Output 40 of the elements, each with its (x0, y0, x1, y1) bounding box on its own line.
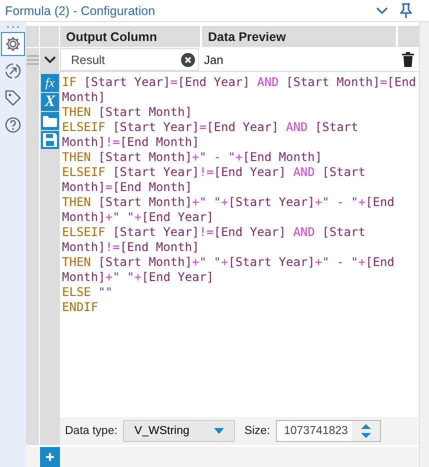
header-gutter (398, 26, 419, 47)
window-title: Formula (2) - Configuration (5, 4, 156, 18)
drag-handle-icon[interactable] (26, 54, 38, 64)
code-line: Month] (62, 90, 106, 105)
chevron-down-icon[interactable] (44, 56, 56, 64)
output-column-field[interactable]: Result (60, 48, 199, 71)
code-line: THEN [Start Month]+" - "+[End Month] (62, 150, 324, 165)
clear-icon[interactable] (181, 52, 195, 66)
column-header: Data Preview (202, 26, 398, 47)
code-line: ENDIF (62, 300, 100, 315)
plus-icon (45, 452, 55, 462)
data-type-dropdown[interactable]: V_WString (123, 420, 236, 442)
table-cell-text: Jan (203, 52, 224, 68)
column-header: Output Column (60, 26, 202, 47)
code-line: Month]+" "+[End Year] (62, 210, 215, 225)
code-line: ELSE "" (62, 285, 114, 300)
code-line: Month]=[End Month] (62, 180, 194, 195)
add-button[interactable] (40, 447, 60, 467)
scrollbar[interactable] (419, 22, 429, 467)
function-button[interactable]: fx (41, 74, 59, 92)
code-line: Month]+" "+[End Year] (62, 270, 215, 285)
size-label: Size: (244, 425, 270, 437)
settings-icon[interactable] (1, 32, 25, 56)
variable-button[interactable]: X (41, 93, 59, 111)
data-type-label: Data type: (65, 425, 118, 437)
pin-icon[interactable] (400, 2, 412, 18)
code-line: Month]!=[End Month] (62, 135, 200, 150)
code-line: IF [Start Year]=[End Year] AND [Start Month]=[End (62, 75, 417, 90)
code-line: ELSEIF [Start Year]!=[End Year] AND [Start (62, 225, 366, 240)
chevron-down-icon[interactable] (376, 6, 388, 14)
code-line: THEN [Start Month]+" "+[Start Year]+" - "+[End (62, 255, 396, 270)
code-line: Month]!=[End Month] (62, 240, 200, 255)
folder-icon[interactable] (41, 112, 59, 130)
caret-icon (214, 428, 224, 434)
save-icon[interactable] (41, 131, 59, 149)
code-line: THEN [Start Month] (62, 105, 194, 120)
code-line: ELSEIF [Start Year]!=[End Year] AND [Start (62, 165, 366, 180)
trash-icon[interactable] (402, 52, 414, 67)
code-line: THEN [Start Month]+" "+[Start Year]+" - "+[End (62, 195, 396, 210)
code-line: ELSEIF [Start Year]=[End Year] AND [Start (62, 120, 360, 135)
